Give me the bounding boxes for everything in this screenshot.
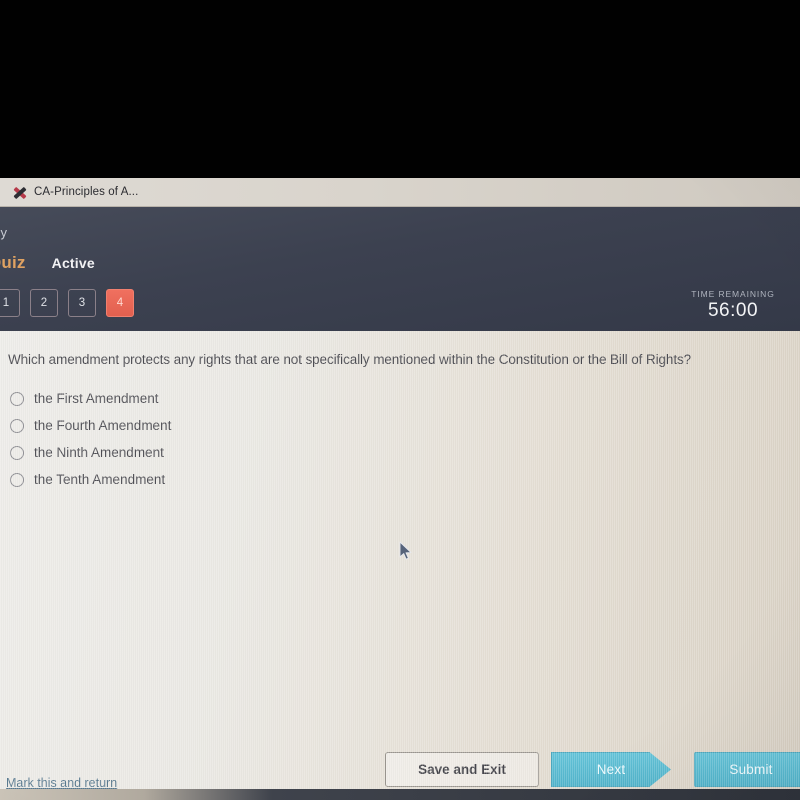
answer-option-label: the Tenth Amendment [34, 472, 166, 487]
next-button[interactable]: Next [551, 752, 671, 787]
radio-icon[interactable] [10, 445, 24, 460]
answer-option-1[interactable]: the First Amendment [10, 385, 171, 412]
submit-button[interactable]: Submit [694, 752, 800, 787]
question-text: Which amendment protects any rights that… [8, 352, 692, 367]
browser-tab-strip: CA-Principles of A... [0, 178, 800, 207]
answer-option-4[interactable]: the Tenth Amendment [10, 466, 171, 493]
radio-icon[interactable] [10, 418, 24, 433]
x-mark-icon [12, 185, 27, 200]
status-badge: Active [51, 255, 95, 271]
radio-icon[interactable] [10, 391, 24, 406]
browser-tab-title: CA-Principles of A... [34, 186, 139, 198]
question-navigation: 1 2 3 4 [0, 289, 134, 317]
question-nav-item-2[interactable]: 2 [30, 289, 58, 317]
answer-option-3[interactable]: the Ninth Amendment [10, 439, 171, 466]
breadcrumb: cy [0, 225, 7, 240]
page-title: Quiz [0, 253, 26, 272]
question-nav-item-4[interactable]: 4 [106, 289, 134, 317]
question-nav-item-3[interactable]: 3 [68, 289, 96, 317]
mark-this-and-return-link[interactable]: Mark this and return [6, 776, 117, 790]
quiz-content: Which amendment protects any rights that… [0, 331, 800, 790]
answer-option-label: the First Amendment [34, 391, 159, 406]
letterbox-bottom [0, 789, 800, 800]
photographed-screen: CA-Principles of A... cy Quiz Active 1 2… [0, 0, 800, 800]
browser-tab[interactable]: CA-Principles of A... [6, 180, 148, 204]
answer-option-2[interactable]: the Fourth Amendment [10, 412, 171, 439]
quiz-title-row: Quiz Active [0, 253, 95, 273]
answer-option-label: the Ninth Amendment [34, 445, 164, 460]
answer-options: the First Amendment the Fourth Amendment… [10, 385, 171, 493]
timer-value: 56:00 [707, 300, 759, 321]
radio-icon[interactable] [10, 472, 24, 487]
answer-option-label: the Fourth Amendment [34, 418, 172, 433]
quiz-header: cy Quiz Active 1 2 3 4 TIME REMAINING 56… [0, 207, 800, 331]
timer: TIME REMAINING 56:00 [668, 289, 798, 322]
timer-label: TIME REMAINING [691, 289, 775, 299]
save-and-exit-button[interactable]: Save and Exit [385, 752, 539, 787]
question-nav-item-1[interactable]: 1 [0, 289, 20, 317]
letterbox-top [0, 0, 800, 178]
